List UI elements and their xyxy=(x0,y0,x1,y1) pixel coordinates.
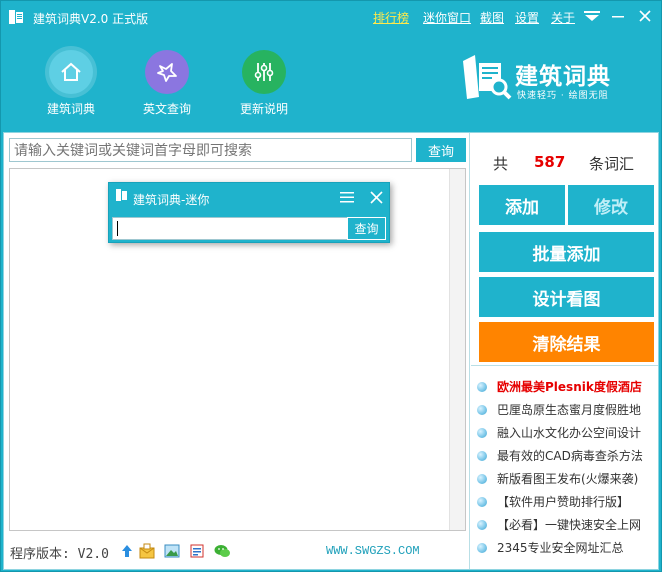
text-cursor xyxy=(117,221,118,236)
document-icon[interactable] xyxy=(188,543,206,559)
bullet-icon xyxy=(477,520,487,530)
news-item[interactable]: 2345专业安全网址汇总 xyxy=(477,538,657,558)
mini-window-title: 建筑词典-迷你 xyxy=(133,193,210,207)
bullet-icon xyxy=(477,405,487,415)
mail-icon[interactable] xyxy=(138,543,156,559)
bullet-icon xyxy=(477,428,487,438)
toolbar-home[interactable]: 建筑词典 xyxy=(31,50,111,117)
upload-arrow-icon[interactable] xyxy=(118,543,136,559)
news-item[interactable]: 融入山水文化办公空间设计 xyxy=(477,423,657,443)
count-suffix: 条词汇 xyxy=(589,155,635,173)
news-item-text: 融入山水文化办公空间设计 xyxy=(497,426,642,440)
top-link-ranking[interactable]: 排行榜 xyxy=(373,9,409,26)
toolbar-update-notes-label: 更新说明 xyxy=(239,102,288,116)
news-item-text: 2345专业安全网址汇总 xyxy=(497,541,624,555)
wechat-icon[interactable] xyxy=(213,543,231,559)
news-item-text: 欧洲最美Plesnik度假酒店 xyxy=(497,380,642,394)
bullet-icon xyxy=(477,382,487,392)
news-item[interactable]: 【必看】一键快速安全上网 xyxy=(477,515,657,535)
bullet-icon xyxy=(477,474,487,484)
home-icon xyxy=(49,50,93,94)
clear-results-button[interactable]: 清除结果 xyxy=(479,322,654,362)
app-window: 建筑词典V2.0 正式版 排行榜 迷你窗口 截图 设置 关于 建筑词典 英文查询… xyxy=(0,0,662,572)
english-query-icon xyxy=(145,50,189,94)
website-link[interactable]: WWW.SWGZS.COM xyxy=(326,544,420,558)
news-item[interactable]: 欧洲最美Plesnik度假酒店 xyxy=(477,377,657,397)
top-link-mini-window[interactable]: 迷你窗口 xyxy=(423,9,471,26)
news-item-text: 最有效的CAD病毒查杀方法 xyxy=(497,449,643,463)
search-input[interactable] xyxy=(9,138,412,162)
mini-search-button[interactable]: 查询 xyxy=(347,217,386,240)
triangle-down-icon xyxy=(584,11,600,21)
mini-window[interactable]: 建筑词典-迷你 查询 xyxy=(108,182,390,243)
title-bar[interactable]: 建筑词典V2.0 正式版 排行榜 迷你窗口 截图 设置 关于 xyxy=(1,1,661,33)
bullet-icon xyxy=(477,451,487,461)
toolbar-english-query-label: 英文查询 xyxy=(142,102,191,116)
mini-search-input[interactable] xyxy=(112,217,348,240)
bullet-icon xyxy=(477,497,487,507)
dropdown-menu-button[interactable] xyxy=(582,7,602,25)
result-scrollbar[interactable] xyxy=(449,169,465,530)
brand: 建筑词典 快速轻巧 · 绘图无阻 xyxy=(461,53,641,105)
side-panel: 共 587 条词汇 添加 修改 批量添加 设计看图 清除结果 欧洲最美Plesn… xyxy=(471,133,658,569)
image-icon[interactable] xyxy=(163,543,181,559)
search-button[interactable]: 查询 xyxy=(416,138,466,162)
mini-close-icon[interactable] xyxy=(370,191,383,204)
app-logo-icon xyxy=(9,10,23,24)
news-item-text: 【必看】一键快速安全上网 xyxy=(497,518,642,532)
news-item[interactable]: 新版看图王发布(火爆来袭) xyxy=(477,469,657,489)
top-link-about[interactable]: 关于 xyxy=(551,9,575,26)
settings-sliders-icon xyxy=(242,50,286,94)
news-item-text: 新版看图王发布(火爆来袭) xyxy=(497,472,639,486)
news-item[interactable]: 【软件用户赞助排行版】 xyxy=(477,492,657,512)
bullet-icon xyxy=(477,543,487,553)
news-item-text: 巴厘岛原生态蜜月度假胜地 xyxy=(497,403,642,417)
add-button[interactable]: 添加 xyxy=(479,185,565,225)
close-icon xyxy=(639,10,651,22)
mini-app-logo-icon xyxy=(116,189,127,201)
status-bar: 程序版本: V2.0 WWW.SWGZS.COM xyxy=(4,535,469,569)
toolbar-home-label: 建筑词典 xyxy=(46,102,95,116)
toolbar-english-query[interactable]: 英文查询 xyxy=(127,50,207,117)
top-link-screenshot[interactable]: 截图 xyxy=(480,9,504,26)
count-prefix: 共 xyxy=(493,155,509,173)
minimize-icon xyxy=(612,16,624,18)
news-item[interactable]: 巴厘岛原生态蜜月度假胜地 xyxy=(477,400,657,420)
minimize-button[interactable] xyxy=(608,7,628,25)
divider xyxy=(471,365,658,366)
news-item-text: 【软件用户赞助排行版】 xyxy=(497,495,630,509)
brand-logo-icon xyxy=(463,55,512,100)
design-view-button[interactable]: 设计看图 xyxy=(479,277,654,317)
edit-button[interactable]: 修改 xyxy=(568,185,654,225)
close-button[interactable] xyxy=(635,7,655,25)
batch-add-button[interactable]: 批量添加 xyxy=(479,232,654,272)
news-item[interactable]: 最有效的CAD病毒查杀方法 xyxy=(477,446,657,466)
toolbar-update-notes[interactable]: 更新说明 xyxy=(224,50,304,117)
mini-menu-icon[interactable] xyxy=(340,192,354,203)
word-count: 共 587 条词汇 xyxy=(471,153,658,173)
top-link-settings[interactable]: 设置 xyxy=(515,9,539,26)
app-title: 建筑词典V2.0 正式版 xyxy=(33,12,149,26)
version-label: 程序版本: V2.0 xyxy=(10,547,109,562)
brand-slogan: 快速轻巧 · 绘图无阻 xyxy=(517,91,609,101)
brand-name: 建筑词典 xyxy=(515,64,611,90)
count-value: 587 xyxy=(534,153,566,171)
